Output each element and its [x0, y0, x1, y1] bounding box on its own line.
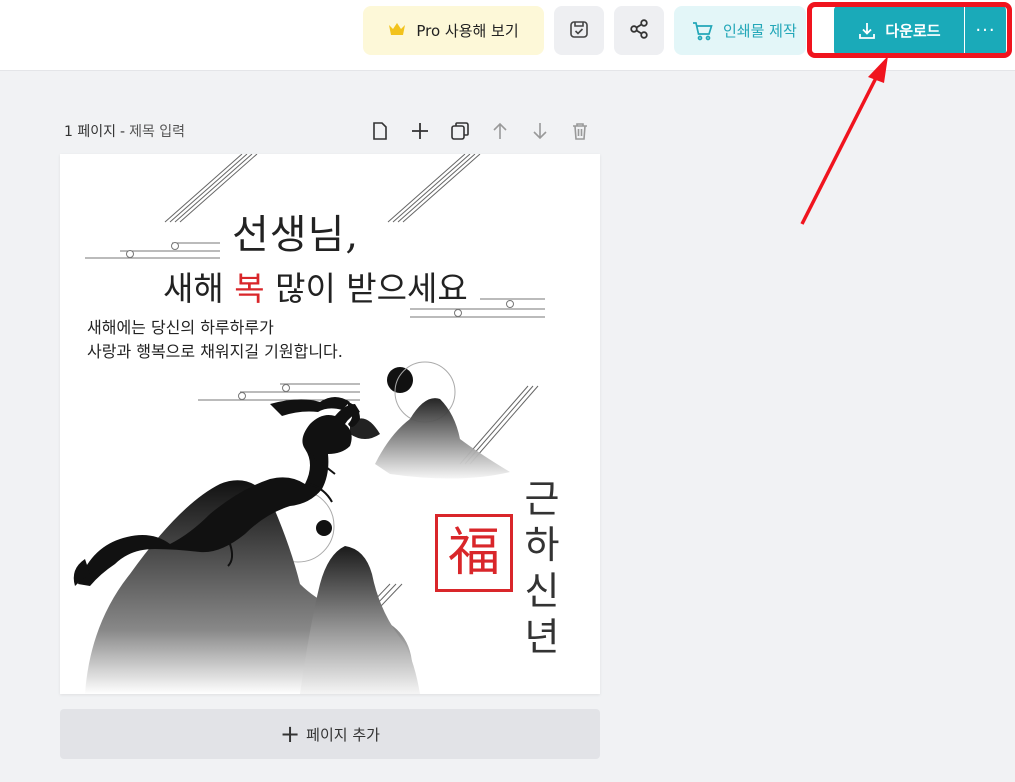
vertical-char: 년: [524, 615, 560, 659]
annotation-arrow-icon: [800, 56, 888, 225]
try-pro-button[interactable]: Pro 사용해 보기: [363, 6, 544, 55]
vertical-char: 신: [524, 569, 560, 613]
save-button[interactable]: [554, 6, 604, 55]
plus-icon: +: [280, 720, 301, 748]
vertical-char: 근: [524, 477, 560, 521]
vertical-greeting: 근 하 신 년: [522, 476, 562, 660]
card-body-line2: 사랑과 행복으로 채워지길 기원합니다.: [87, 342, 343, 361]
card-title-line1: 선생님,: [232, 212, 360, 258]
arrow-up-icon[interactable]: [480, 118, 520, 144]
card-body-line1: 새해에는 당신의 하루하루가: [87, 318, 274, 337]
add-page-icon[interactable]: [400, 118, 440, 144]
share-icon: [628, 18, 650, 44]
print-order-button[interactable]: 인쇄물 제작: [674, 6, 806, 55]
more-options-button[interactable]: ···: [965, 6, 1006, 55]
card-body-text: 새해에는 당신의 하루하루가 사랑과 행복으로 채워지길 기원합니다.: [87, 316, 343, 364]
page-number-label: 1 페이지 -: [64, 124, 126, 140]
page-title-input[interactable]: 제목 입력: [129, 121, 185, 141]
card-title-line2: 새해 복 많이 받으세요: [163, 269, 468, 308]
design-canvas[interactable]: 선생님, 새해 복 많이 받으세요 새해에는 당신의 하루하루가 사랑과 행복으…: [60, 154, 600, 694]
seal-character: 福: [447, 523, 500, 583]
trash-icon[interactable]: [560, 118, 600, 144]
share-button[interactable]: [614, 6, 664, 55]
download-button[interactable]: 다운로드: [834, 6, 964, 55]
page-icon[interactable]: [360, 118, 400, 144]
arrow-down-icon[interactable]: [520, 118, 560, 144]
red-seal-stamp: 福: [435, 514, 513, 592]
try-pro-label: Pro 사용해 보기: [416, 22, 519, 40]
page-tools: [360, 118, 600, 144]
add-page-button[interactable]: + 페이지 추가: [60, 709, 600, 759]
duplicate-icon[interactable]: [440, 118, 480, 144]
more-icon: ···: [975, 20, 996, 41]
page-header: 1 페이지 - 제목 입력: [64, 118, 600, 144]
add-page-label: 페이지 추가: [306, 725, 380, 744]
print-order-label: 인쇄물 제작: [723, 22, 797, 40]
download-icon: [859, 22, 876, 39]
download-label: 다운로드: [885, 22, 941, 40]
save-check-icon: [568, 18, 590, 44]
crown-icon: [388, 22, 406, 40]
vertical-char: 하: [524, 523, 560, 567]
cart-icon: [693, 21, 713, 40]
